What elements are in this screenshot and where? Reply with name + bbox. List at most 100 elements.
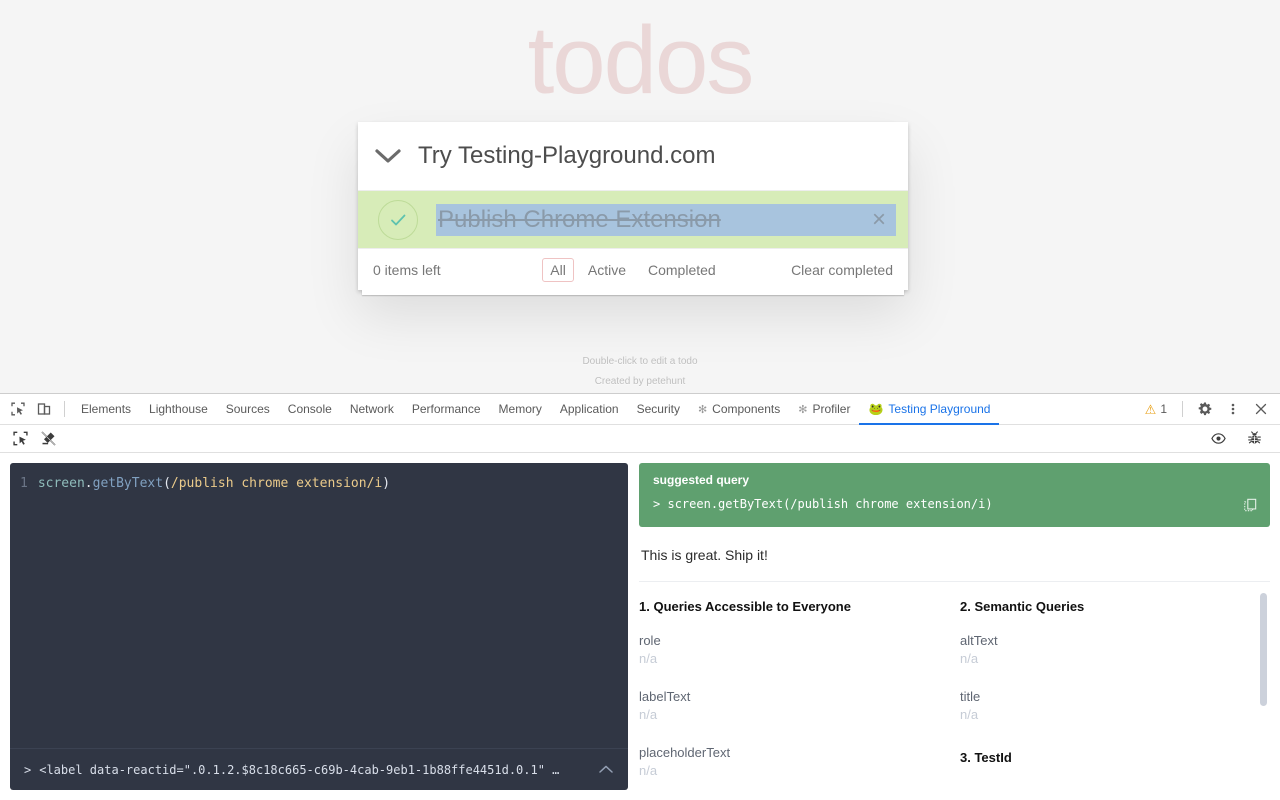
- inspect-element-icon[interactable]: [5, 397, 31, 421]
- info-line-1: Double-click to edit a todo: [582, 356, 698, 367]
- tab-label: Components: [712, 402, 781, 416]
- tab-profiler[interactable]: ✻ Profiler: [789, 394, 859, 424]
- matrix-heading-2: 2. Semantic Queries: [960, 599, 1085, 614]
- copy-glyph: [1244, 498, 1257, 512]
- token-open-paren: (: [163, 476, 171, 491]
- react-atom-icon: ✻: [697, 403, 708, 416]
- filter-active[interactable]: Active: [580, 258, 634, 282]
- todo-label-wrap: Publish Chrome Extension: [436, 203, 896, 236]
- editor-status-bar[interactable]: > <label data-reactid=".0.1.2.$8c18c665-…: [10, 748, 628, 790]
- query-priority-matrix: 1. Queries Accessible to Everyone role n…: [639, 582, 1270, 790]
- page-title: todos: [527, 7, 755, 114]
- inspect-element-glyph: [11, 402, 25, 416]
- filter-completed[interactable]: Completed: [640, 258, 724, 282]
- matrix-field[interactable]: labelText n/a: [639, 688, 960, 724]
- bug-glyph: [1247, 431, 1261, 444]
- gear-glyph: [1198, 402, 1212, 416]
- tab-lighthouse[interactable]: Lighthouse: [140, 394, 217, 424]
- tab-sources[interactable]: Sources: [217, 394, 279, 424]
- chevron-down-icon[interactable]: [358, 139, 418, 173]
- token-close-paren: ): [382, 476, 391, 491]
- matrix-field[interactable]: placeholderText n/a: [639, 744, 960, 780]
- clear-completed-button[interactable]: Clear completed: [791, 262, 893, 278]
- more-vertical-icon[interactable]: [1220, 397, 1246, 421]
- field-value: n/a: [960, 651, 979, 666]
- tab-memory[interactable]: Memory: [490, 394, 551, 424]
- toolbar-divider: [1182, 401, 1183, 417]
- matrix-field[interactable]: role n/a: [639, 632, 960, 668]
- copy-icon[interactable]: [1243, 498, 1257, 517]
- line-number: 1: [20, 476, 28, 491]
- results-scrollbar[interactable]: [1260, 593, 1267, 706]
- token-dot: .: [84, 476, 93, 491]
- field-key: labelText: [639, 689, 691, 704]
- tab-label: Profiler: [812, 402, 851, 416]
- device-toolbar-icon[interactable]: [31, 397, 57, 421]
- chevron-up-icon[interactable]: [588, 762, 614, 778]
- matrix-heading-3: 3. TestId: [960, 750, 1012, 765]
- tab-testing-playground[interactable]: 🐸 Testing Playground: [859, 394, 1000, 425]
- delete-todo-button[interactable]: ×: [872, 207, 886, 232]
- token-method: getByText: [92, 476, 164, 491]
- tab-label: Network: [349, 402, 394, 416]
- filter-all[interactable]: All: [542, 257, 574, 282]
- chevron-down-glyph: [375, 149, 401, 163]
- matrix-column-1: 1. Queries Accessible to Everyone role n…: [639, 599, 960, 790]
- query-editor[interactable]: 1 screen.getByText(/publish chrome extens…: [10, 463, 628, 790]
- tab-label: Testing Playground: [888, 402, 991, 416]
- highlight-off-glyph: [40, 431, 56, 446]
- tab-label: Security: [636, 402, 680, 416]
- highlight-off-icon[interactable]: [34, 427, 62, 451]
- token-object: screen: [37, 476, 85, 491]
- gear-icon[interactable]: [1192, 397, 1218, 421]
- results-panel: suggested query > screen.getByText(/publ…: [639, 463, 1270, 790]
- new-todo-row: Try Testing-Playground.com: [358, 122, 908, 191]
- eye-glyph: [1210, 433, 1226, 444]
- field-key: altText: [960, 633, 998, 648]
- tab-label: Lighthouse: [149, 402, 208, 416]
- field-value: n/a: [639, 651, 658, 666]
- tab-console[interactable]: Console: [279, 394, 341, 424]
- warning-count: 1: [1160, 402, 1167, 416]
- chevron-up-glyph: [599, 765, 613, 773]
- matrix-field[interactable]: title n/a: [960, 688, 1270, 724]
- token-regex: /publish chrome extension/i: [170, 476, 383, 491]
- new-todo-input[interactable]: Try Testing-Playground.com: [418, 139, 715, 173]
- warning-badge[interactable]: ⚠ 1: [1139, 402, 1173, 416]
- playground-toolbar-right: [1204, 427, 1274, 451]
- tab-elements[interactable]: Elements: [72, 394, 140, 424]
- suggested-query-text: > screen.getByText(/publish chrome exten…: [653, 497, 1256, 511]
- status-prompt: >: [24, 762, 32, 777]
- tab-security[interactable]: Security: [628, 394, 689, 424]
- suggested-query-card: suggested query > screen.getByText(/publ…: [639, 463, 1270, 527]
- tab-components[interactable]: ✻ Components: [689, 394, 789, 424]
- tab-application[interactable]: Application: [551, 394, 628, 424]
- devtools-panel: Elements Lighthouse Sources Console Netw…: [0, 393, 1280, 800]
- tab-performance[interactable]: Performance: [403, 394, 490, 424]
- matrix-field[interactable]: altText n/a: [960, 632, 1270, 668]
- tab-network[interactable]: Network: [341, 394, 403, 424]
- field-value: n/a: [639, 707, 658, 722]
- page-info: Double-click to edit a todo Created by p…: [0, 352, 1280, 392]
- field-value: n/a: [639, 763, 658, 778]
- todo-label[interactable]: Publish Chrome Extension: [436, 204, 721, 236]
- suggested-query-label: suggested query: [653, 473, 750, 487]
- element-picker-glyph: [12, 431, 28, 446]
- todo-card: Try Testing-Playground.com Publish Chrom…: [358, 122, 908, 295]
- close-icon[interactable]: [1248, 397, 1274, 421]
- eye-icon[interactable]: [1204, 427, 1232, 451]
- status-markup: <label data-reactid=".0.1.2.$8c18c665-c6…: [39, 762, 560, 777]
- todo-toggle-checkbox[interactable]: [378, 199, 418, 240]
- device-toolbar-glyph: [37, 403, 51, 415]
- todomvc-app: todos Try Testing-Playground.com Publish…: [0, 0, 1280, 393]
- bug-icon[interactable]: [1240, 427, 1268, 451]
- check-icon: [391, 214, 406, 225]
- todo-footer: 0 items left All Active Completed Clear …: [358, 249, 908, 290]
- frog-icon: 🐸: [868, 402, 884, 416]
- field-value: n/a: [960, 707, 979, 722]
- editor-code-line[interactable]: 1 screen.getByText(/publish chrome extens…: [10, 463, 628, 748]
- matrix-heading-1: 1. Queries Accessible to Everyone: [639, 599, 851, 614]
- warning-triangle-icon: ⚠: [1144, 401, 1157, 417]
- element-picker-icon[interactable]: [6, 427, 34, 451]
- todo-list-item[interactable]: Publish Chrome Extension ×: [358, 191, 908, 249]
